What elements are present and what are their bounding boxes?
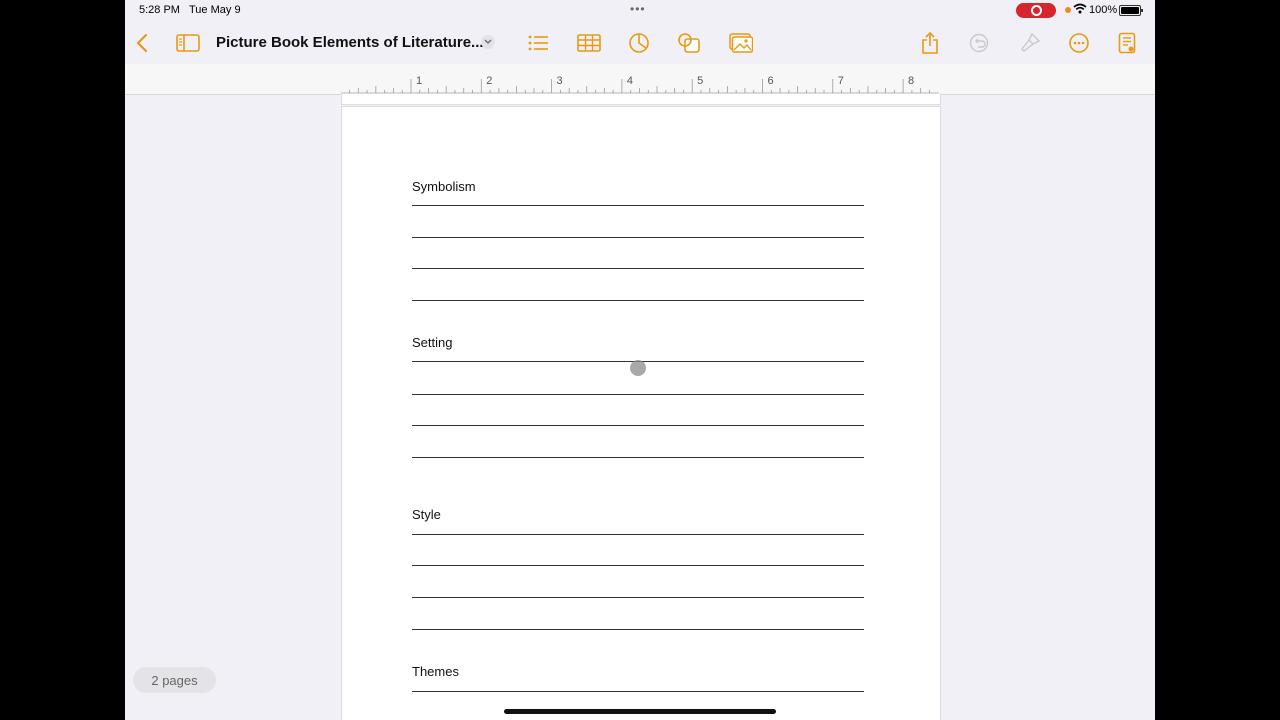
ipad-screen: 5:28 PM Tue May 9 ••• 100% Picture Book … bbox=[125, 0, 1155, 720]
ruler-label: 3 bbox=[557, 75, 563, 87]
document-title[interactable]: Picture Book Elements of Literature... bbox=[216, 34, 484, 51]
sidebar-icon[interactable] bbox=[175, 30, 201, 56]
list-icon[interactable] bbox=[525, 30, 551, 56]
answer-line[interactable] bbox=[412, 237, 864, 238]
shapes-icon[interactable] bbox=[676, 30, 702, 56]
document-setup-icon[interactable] bbox=[1114, 30, 1140, 56]
answer-line[interactable] bbox=[412, 534, 864, 535]
answer-line[interactable] bbox=[412, 691, 864, 692]
undo-icon[interactable] bbox=[966, 30, 992, 56]
page-count-label: 2 pages bbox=[151, 672, 198, 688]
answer-line[interactable] bbox=[412, 629, 864, 630]
ruler-label: 4 bbox=[627, 75, 633, 87]
answer-line[interactable] bbox=[412, 457, 864, 458]
battery-icon bbox=[1119, 5, 1143, 16]
section-label-style[interactable]: Style bbox=[412, 507, 441, 522]
answer-line[interactable] bbox=[412, 425, 864, 426]
ruler-label: 2 bbox=[486, 75, 492, 87]
document-page[interactable]: Symbolism Setting Style Themes bbox=[341, 106, 941, 720]
table-icon[interactable] bbox=[576, 30, 602, 56]
battery-percent: 100% bbox=[1089, 4, 1118, 16]
ruler[interactable]: 1 2 3 4 5 6 7 8 bbox=[125, 64, 1155, 95]
format-brush-icon[interactable] bbox=[1017, 30, 1043, 56]
section-label-themes[interactable]: Themes bbox=[412, 664, 459, 679]
status-date: Tue May 9 bbox=[189, 4, 241, 16]
answer-line[interactable] bbox=[412, 394, 864, 395]
status-time: 5:28 PM bbox=[139, 4, 180, 16]
mic-indicator-icon bbox=[1065, 7, 1071, 13]
previous-page-bottom bbox=[341, 94, 941, 105]
back-chevron-icon[interactable] bbox=[129, 30, 155, 56]
answer-line[interactable] bbox=[412, 597, 864, 598]
wifi-icon bbox=[1073, 2, 1087, 19]
answer-line[interactable] bbox=[412, 300, 864, 301]
screen-recording-icon[interactable] bbox=[1016, 3, 1056, 18]
section-label-setting[interactable]: Setting bbox=[412, 335, 452, 350]
multitasking-dots-icon[interactable]: ••• bbox=[630, 2, 646, 16]
status-bar: 5:28 PM Tue May 9 ••• 100% bbox=[125, 0, 1155, 22]
answer-line[interactable] bbox=[412, 268, 864, 269]
toolbar: Picture Book Elements of Literature... bbox=[125, 22, 1155, 64]
touch-pointer-icon bbox=[630, 360, 646, 376]
media-icon[interactable] bbox=[728, 30, 754, 56]
ruler-scale: 1 2 3 4 5 6 7 8 bbox=[341, 75, 939, 94]
page-count-badge[interactable]: 2 pages bbox=[133, 667, 216, 693]
section-label-symbolism[interactable]: Symbolism bbox=[412, 179, 476, 194]
ruler-label: 8 bbox=[908, 75, 914, 87]
ruler-label: 1 bbox=[416, 75, 422, 87]
home-indicator[interactable] bbox=[504, 709, 776, 714]
ruler-label: 5 bbox=[697, 75, 703, 87]
ruler-label: 6 bbox=[767, 75, 773, 87]
more-icon[interactable] bbox=[1066, 30, 1092, 56]
share-icon[interactable] bbox=[917, 30, 943, 56]
answer-line[interactable] bbox=[412, 565, 864, 566]
title-chevron-down-icon[interactable] bbox=[481, 35, 495, 49]
answer-line[interactable] bbox=[412, 205, 864, 206]
chart-icon[interactable] bbox=[626, 30, 652, 56]
ruler-label: 7 bbox=[838, 75, 844, 87]
